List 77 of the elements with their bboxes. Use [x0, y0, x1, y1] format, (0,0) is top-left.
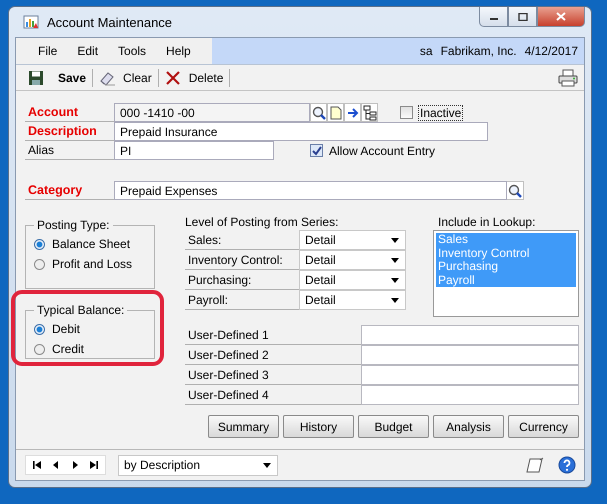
dropdown[interactable]: Detail	[299, 290, 406, 310]
previous-record-icon[interactable]	[51, 460, 61, 470]
checkbox[interactable]	[400, 106, 413, 119]
next-record-icon[interactable]	[70, 460, 80, 470]
tab-button[interactable]: Currency	[508, 415, 579, 438]
printer-icon[interactable]	[558, 68, 578, 86]
help-icon[interactable]	[558, 456, 576, 474]
right-arrow-icon	[346, 106, 358, 118]
tree-button[interactable]	[361, 103, 378, 122]
hierarchy-icon	[362, 104, 376, 120]
field-label: User-Defined 4	[185, 385, 361, 405]
caret-icon	[262, 462, 272, 468]
search-icon	[312, 106, 326, 120]
new-document-button[interactable]	[327, 103, 344, 122]
close-button[interactable]	[537, 7, 585, 27]
user-name: sa	[420, 44, 433, 58]
checkbox-label: Inactive	[419, 106, 462, 120]
sort-dropdown[interactable]: by Description	[118, 454, 278, 476]
caret-icon	[390, 256, 400, 264]
radio-label: Debit	[52, 322, 80, 336]
group-title: Posting Type:	[36, 218, 110, 232]
radio-label: Profit and Loss	[52, 257, 132, 271]
tab-button[interactable]: Analysis	[433, 415, 504, 438]
menu-item[interactable]: Help	[156, 44, 201, 58]
search-icon	[508, 184, 522, 198]
clear-button[interactable]: Clear	[93, 67, 158, 88]
check-mark-icon	[312, 146, 322, 156]
dropdown[interactable]: Detail	[299, 230, 406, 250]
section-title: Level of Posting from Series:	[185, 215, 340, 230]
caret-icon	[390, 296, 400, 304]
delete-button[interactable]: Delete	[158, 67, 230, 88]
account-field[interactable]: 000 -1410 -00	[114, 103, 310, 122]
first-record-icon[interactable]	[32, 460, 42, 470]
category-field[interactable]: Prepaid Expenses	[114, 181, 507, 200]
app-icon	[23, 14, 39, 30]
lookup-button[interactable]	[310, 103, 327, 122]
group-title: Typical Balance:	[36, 303, 126, 317]
eraser-icon	[99, 70, 116, 86]
user-defined-field[interactable]	[361, 385, 579, 405]
lookup-button[interactable]	[507, 181, 524, 200]
menu-item[interactable]: File	[28, 44, 68, 58]
close-icon	[556, 12, 566, 21]
radio-button[interactable]	[34, 324, 45, 334]
radio-button[interactable]	[34, 238, 45, 250]
user-defined-field[interactable]	[361, 325, 579, 345]
menu-item[interactable]: Edit	[67, 44, 108, 58]
alias-field[interactable]: PI	[114, 141, 274, 160]
minimize-button[interactable]	[479, 7, 508, 27]
company-name: Fabrikam, Inc.	[440, 44, 517, 58]
tab-button[interactable]: Budget	[358, 415, 429, 438]
save-button[interactable]: Save	[22, 67, 92, 88]
user-defined-field[interactable]	[361, 345, 579, 365]
checkbox[interactable]	[310, 144, 323, 157]
dropdown[interactable]: Detail	[299, 270, 406, 290]
maximize-icon	[518, 12, 528, 20]
dropdown[interactable]: Detail	[299, 250, 406, 270]
arrow-button[interactable]	[344, 103, 361, 122]
last-record-icon[interactable]	[89, 460, 99, 470]
maximize-button[interactable]	[508, 7, 537, 27]
checkbox-label: Allow Account Entry	[329, 144, 436, 158]
user-defined-field[interactable]	[361, 365, 579, 385]
note-icon[interactable]	[526, 456, 546, 474]
x-mark-icon	[164, 70, 181, 86]
window-title: Account Maintenance	[47, 14, 172, 30]
caret-icon	[390, 276, 400, 284]
tab-button[interactable]: History	[283, 415, 354, 438]
description-field[interactable]: Prepaid Insurance	[114, 122, 488, 141]
caret-icon	[390, 236, 400, 244]
session-date: 4/12/2017	[524, 44, 578, 58]
menu-item[interactable]: Tools	[108, 44, 156, 58]
radio-button[interactable]	[34, 344, 45, 354]
section-title: Include in Lookup:	[437, 215, 536, 230]
radio-button[interactable]	[34, 258, 45, 270]
document-icon	[330, 106, 342, 120]
tab-button[interactable]: Summary	[208, 415, 279, 438]
radio-label: Credit	[52, 342, 84, 356]
radio-label: Balance Sheet	[52, 237, 130, 251]
